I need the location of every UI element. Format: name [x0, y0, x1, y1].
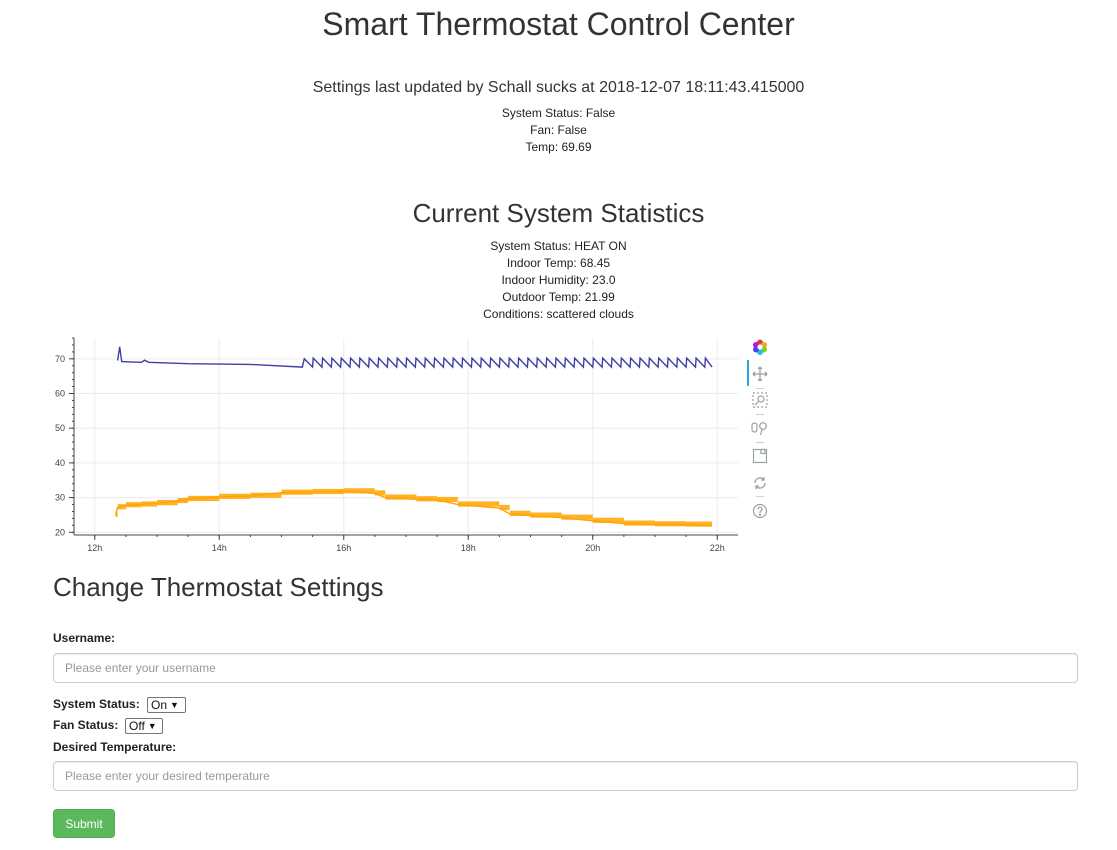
- series-band-1: [457, 501, 500, 507]
- series-band-1: [655, 521, 687, 527]
- chart-canvas[interactable]: 20 30 40 50 60 70 12h 14h 16h 18h 20h 22h: [48, 336, 748, 558]
- series-band-1: [561, 514, 593, 520]
- series-band-1: [141, 501, 157, 507]
- series-band-1: [437, 496, 458, 503]
- y-tick-label: 50: [55, 423, 65, 433]
- fan-status-select[interactable]: Off ▼: [125, 718, 163, 734]
- series-band-1: [686, 521, 713, 527]
- page-title: Smart Thermostat Control Center: [322, 6, 795, 42]
- series-band-1: [250, 492, 282, 498]
- wheel-zoom-icon[interactable]: [751, 419, 769, 437]
- series-line-0: [116, 346, 713, 369]
- save-icon[interactable]: [751, 447, 769, 465]
- series-band-1: [177, 497, 189, 504]
- dropdown-arrow-icon: ▼: [147, 721, 157, 731]
- series-band-1: [509, 510, 531, 516]
- username-label: Username:: [53, 631, 116, 645]
- dropdown-arrow-icon: ▼: [170, 700, 179, 710]
- series-band-1: [416, 496, 438, 502]
- stat-indoor-humidity: Indoor Humidity: 23.0: [501, 273, 616, 287]
- last-updated-text: Settings last updated by Schall sucks at…: [312, 79, 805, 96]
- help-icon[interactable]: [751, 502, 769, 520]
- system-status-select[interactable]: On ▼: [147, 697, 186, 713]
- fan-status-label: Fan Status:: [53, 718, 119, 732]
- fan-status-value: Off: [129, 719, 145, 733]
- reset-icon[interactable]: [751, 474, 769, 492]
- bokeh-logo-icon[interactable]: [751, 338, 769, 356]
- series-band-1: [312, 488, 344, 495]
- series-band-1: [115, 511, 118, 518]
- username-input[interactable]: [53, 653, 1078, 683]
- y-tick-label: 20: [55, 527, 65, 537]
- series-band-1: [281, 489, 313, 495]
- system-status-label: System Status:: [53, 697, 140, 711]
- series-band-1: [188, 495, 220, 502]
- settings-temp: Temp: 69.69: [525, 140, 592, 154]
- pan-icon[interactable]: [751, 365, 769, 383]
- toolbar-divider: [756, 388, 764, 389]
- submit-button[interactable]: Submit: [53, 809, 115, 838]
- y-tick-label: 30: [55, 493, 65, 503]
- settings-system-status: System Status: False: [501, 106, 616, 120]
- stat-conditions: Conditions: scattered clouds: [483, 307, 634, 321]
- stat-indoor-temp: Indoor Temp: 68.45: [506, 256, 611, 270]
- stat-system-status: System Status: HEAT ON: [490, 239, 627, 253]
- series-band-1: [219, 493, 251, 499]
- series-band-1: [157, 500, 178, 506]
- stats-title: Current System Statistics: [412, 198, 705, 228]
- toolbar-divider: [756, 442, 764, 443]
- x-tick-label: 22h: [710, 543, 725, 553]
- series-band-1: [117, 504, 126, 510]
- x-tick-label: 20h: [585, 543, 600, 553]
- toolbar-divider: [756, 414, 764, 415]
- y-tick-label: 40: [55, 458, 65, 468]
- box-zoom-icon[interactable]: [751, 391, 769, 409]
- system-status-value: On: [151, 698, 168, 712]
- settings-fan: Fan: False: [530, 123, 587, 137]
- x-tick-label: 16h: [336, 543, 351, 553]
- series-band-1: [530, 512, 562, 518]
- series-band-1: [374, 490, 386, 496]
- stat-outdoor-temp: Outdoor Temp: 21.99: [502, 290, 615, 304]
- active-tool-indicator: [747, 360, 749, 386]
- current-settings: System Status: False Fan: False Temp: 69…: [0, 105, 1117, 156]
- chart-toolbar: [747, 336, 775, 526]
- y-tick-label: 60: [55, 389, 65, 399]
- y-tick-label: 70: [55, 354, 65, 364]
- series-band-1: [343, 488, 375, 494]
- series-band-1: [385, 494, 417, 500]
- toolbar-divider: [756, 496, 764, 497]
- x-tick-label: 14h: [212, 543, 227, 553]
- series-band-1: [125, 502, 142, 508]
- form-title: Change Thermostat Settings: [53, 572, 384, 602]
- series-band-1: [499, 504, 510, 511]
- temperature-chart[interactable]: 20 30 40 50 60 70 12h 14h 16h 18h 20h 22h: [48, 336, 788, 558]
- system-stats: System Status: HEAT ON Indoor Temp: 68.4…: [0, 238, 1117, 323]
- series-band-1: [623, 520, 655, 526]
- x-tick-label: 18h: [461, 543, 476, 553]
- x-tick-label: 12h: [87, 543, 102, 553]
- desired-temp-input[interactable]: [53, 761, 1078, 791]
- desired-temp-label: Desired Temperature:: [53, 740, 177, 754]
- series-band-1: [592, 517, 624, 523]
